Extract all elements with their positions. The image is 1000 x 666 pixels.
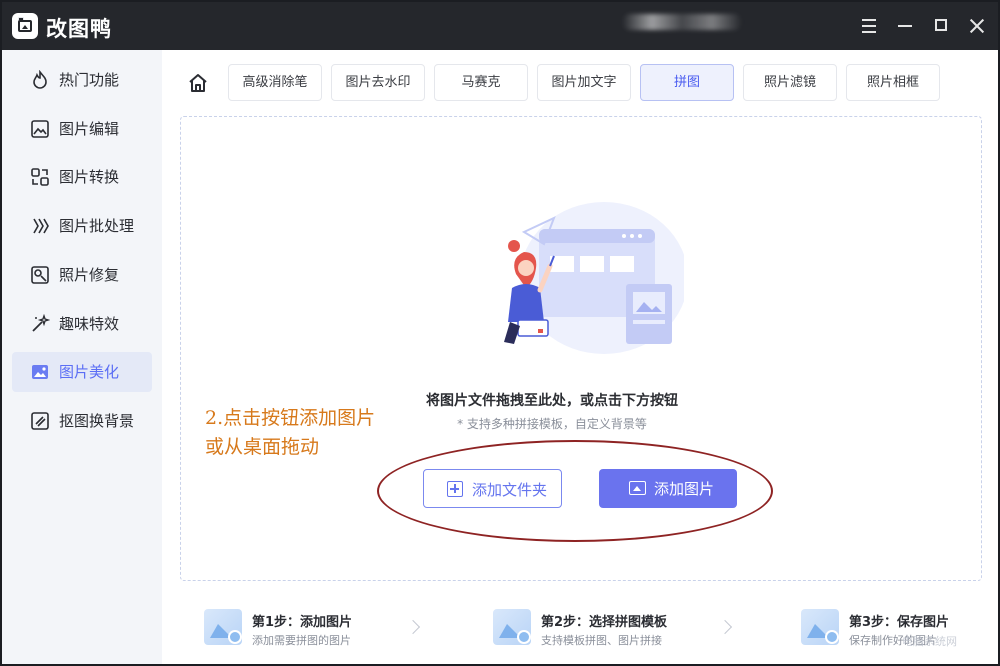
step-desc: 添加需要拼图的图片 [252,634,351,647]
annotation-line-2: 或从桌面拖动 [205,436,320,458]
title-bar: 改图鸭 [2,2,998,50]
play-badge-icon [517,630,531,644]
tab-collage[interactable]: 拼图 [640,64,734,101]
sidebar-item-label: 抠图换背景 [59,412,135,430]
maximize-icon[interactable] [931,16,951,36]
cutout-icon [31,412,49,430]
app-window: 改图鸭 热门功能 图片编辑 图片转换 图片批处理 照片修复 趣味特效 图片美化 … [0,0,1000,666]
sidebar-item-cutout[interactable]: 抠图换背景 [12,401,152,441]
tab-filters[interactable]: 照片滤镜 [743,64,837,101]
chevron-right-icon [405,619,421,635]
tab-frames[interactable]: 照片相框 [846,64,940,101]
app-title: 改图鸭 [46,17,112,41]
tab-mosaic[interactable]: 马赛克 [434,64,528,101]
step-desc: 支持模板拼图、图片拼接 [541,634,662,647]
sidebar-item-label: 图片美化 [59,363,120,381]
sidebar-item-effects[interactable]: 趣味特效 [12,304,152,344]
annotation-line-1: 2.点击按钮添加图片 [205,407,376,429]
highlight-ellipse [377,440,773,542]
drop-zone-title: 将图片文件拖拽至此处，或点击下方按钮 [426,393,678,409]
sidebar-item-label: 图片批处理 [59,217,135,235]
sidebar-item-label: 图片转换 [59,168,120,186]
magic-wand-icon [32,314,50,332]
sidebar-item-label: 图片编辑 [59,120,120,138]
chevron-right-icon [717,619,733,635]
sidebar-item-label: 趣味特效 [59,315,120,333]
sidebar-item-convert[interactable]: 图片转换 [12,157,152,197]
tutorial-annotation: 2.点击按钮添加图片 或从桌面拖动 [205,404,375,462]
blurred-region [622,14,742,30]
tab-add-text[interactable]: 图片加文字 [537,64,631,101]
sidebar-item-beautify[interactable]: 图片美化 [12,352,152,392]
app-logo-icon [12,13,38,39]
sidebar-item-batch[interactable]: 图片批处理 [12,206,152,246]
tab-remove-watermark[interactable]: 图片去水印 [331,64,425,101]
close-icon[interactable] [967,16,987,36]
photo-repair-icon [31,266,49,284]
step-title: 第2步：选择拼图模板 [541,615,668,630]
sidebar-item-label: 照片修复 [59,266,120,284]
plus-badge-icon [228,630,242,644]
sidebar-item-repair[interactable]: 照片修复 [12,255,152,295]
image-edit-icon [31,120,49,138]
sidebar-item-edit[interactable]: 图片编辑 [12,109,152,149]
sidebar-item-label: 热门功能 [59,71,120,89]
watermark: 电脑系统网 [902,635,957,648]
batch-icon [33,218,49,234]
beautify-icon [32,365,48,379]
sidebar-item-hot[interactable]: 热门功能 [12,60,152,100]
minimize-icon[interactable] [895,16,915,36]
step-title: 第3步：保存图片 [849,615,950,630]
fire-icon [33,70,47,89]
sidebar: 热门功能 图片编辑 图片转换 图片批处理 照片修复 趣味特效 图片美化 抠图换背… [2,50,162,664]
menu-icon[interactable] [859,16,879,36]
convert-icon [31,168,49,186]
download-badge-icon [825,630,839,644]
upload-illustration [504,202,684,354]
step-title: 第1步：添加图片 [252,615,353,630]
tab-advanced-eraser[interactable]: 高级消除笔 [228,64,322,101]
drop-zone-subtitle: * 支持多种拼接模板，自定义背景等 [457,417,647,431]
home-icon[interactable] [187,72,209,94]
